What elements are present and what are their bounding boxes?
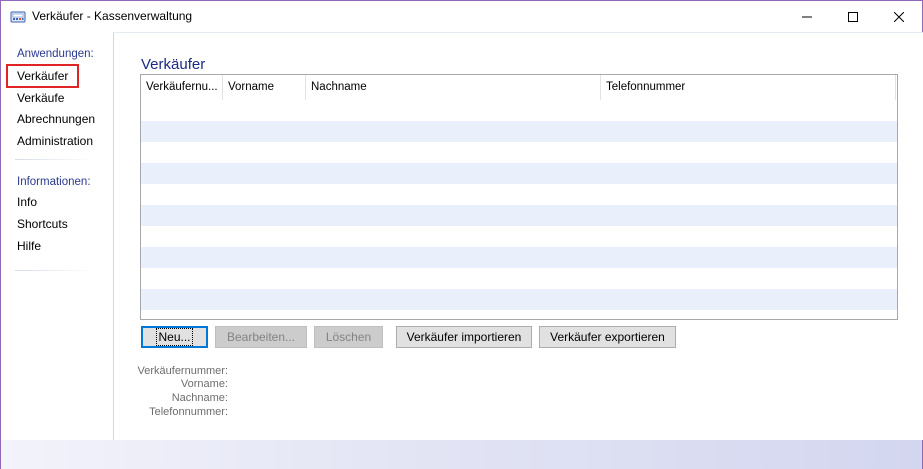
table-row: [141, 268, 897, 289]
table-row: [141, 226, 897, 247]
page-title: Verkäufer: [141, 56, 206, 73]
column-header-verkaeufernummer[interactable]: Verkäufernu...: [141, 75, 223, 100]
delete-button[interactable]: Löschen: [314, 326, 383, 348]
edit-button[interactable]: Bearbeiten...: [215, 326, 307, 348]
app-register-icon: [10, 9, 26, 25]
seller-table[interactable]: Verkäufernu... Vorname Nachname Telefonn…: [140, 74, 898, 320]
column-header-telefonnummer[interactable]: Telefonnummer: [601, 75, 896, 100]
sidebar-item-verkaeufe[interactable]: Verkäufe: [17, 91, 64, 105]
sidebar-item-hilfe[interactable]: Hilfe: [17, 239, 41, 253]
window-title: Verkäufer - Kassenverwaltung: [32, 9, 193, 23]
nav-divider: [15, 270, 93, 271]
nav-section-title-anwendungen: Anwendungen:: [17, 48, 94, 60]
export-button-label: Verkäufer exportieren: [550, 330, 665, 344]
minimize-button[interactable]: [784, 1, 830, 32]
table-row: [141, 100, 897, 121]
new-button[interactable]: Neu...: [141, 326, 208, 348]
import-sellers-button[interactable]: Verkäufer importieren: [396, 326, 532, 348]
sidebar-nav: Anwendungen: Verkäufer Verkäufe Abrechnu…: [1, 32, 113, 440]
detail-label-telefonnummer: Telefonnummer:: [149, 406, 228, 418]
minimize-icon: [802, 16, 812, 17]
table-row: [141, 121, 897, 142]
import-button-label: Verkäufer importieren: [406, 330, 522, 344]
edit-button-label: Bearbeiten...: [226, 330, 296, 344]
app-window: Verkäufer - Kassenverwaltung Anwendungen…: [0, 0, 923, 469]
table-row: [141, 247, 897, 268]
sidebar-item-verkaeufer[interactable]: Verkäufer: [17, 69, 68, 83]
maximize-button[interactable]: [830, 1, 876, 32]
detail-label-verkaeufernummer: Verkäufernummer:: [137, 365, 228, 377]
nav-divider: [15, 159, 93, 160]
sidebar-item-info[interactable]: Info: [17, 195, 37, 209]
close-button[interactable]: [876, 1, 922, 32]
nav-section-title-informationen: Informationen:: [17, 176, 91, 188]
table-row: [141, 289, 897, 310]
detail-label-vorname: Vorname:: [180, 378, 228, 390]
export-sellers-button[interactable]: Verkäufer exportieren: [539, 326, 676, 348]
new-button-label: Neu...: [156, 328, 193, 346]
table-row: [141, 184, 897, 205]
title-bar[interactable]: Verkäufer - Kassenverwaltung: [1, 1, 922, 32]
sidebar-item-shortcuts[interactable]: Shortcuts: [17, 217, 68, 231]
table-row: [141, 163, 897, 184]
sidebar-item-abrechnungen[interactable]: Abrechnungen: [17, 112, 95, 126]
close-icon: [894, 11, 904, 22]
table-row: [141, 142, 897, 163]
detail-label-nachname: Nachname:: [171, 392, 228, 404]
column-header-vorname[interactable]: Vorname: [223, 75, 306, 100]
column-header-nachname[interactable]: Nachname: [306, 75, 601, 100]
bottom-gradient-strip: [1, 440, 922, 469]
sidebar-item-administration[interactable]: Administration: [17, 134, 93, 148]
table-header: Verkäufernu... Vorname Nachname Telefonn…: [141, 75, 897, 100]
delete-button-label: Löschen: [325, 330, 372, 344]
maximize-icon: [848, 11, 858, 22]
table-row: [141, 205, 897, 226]
